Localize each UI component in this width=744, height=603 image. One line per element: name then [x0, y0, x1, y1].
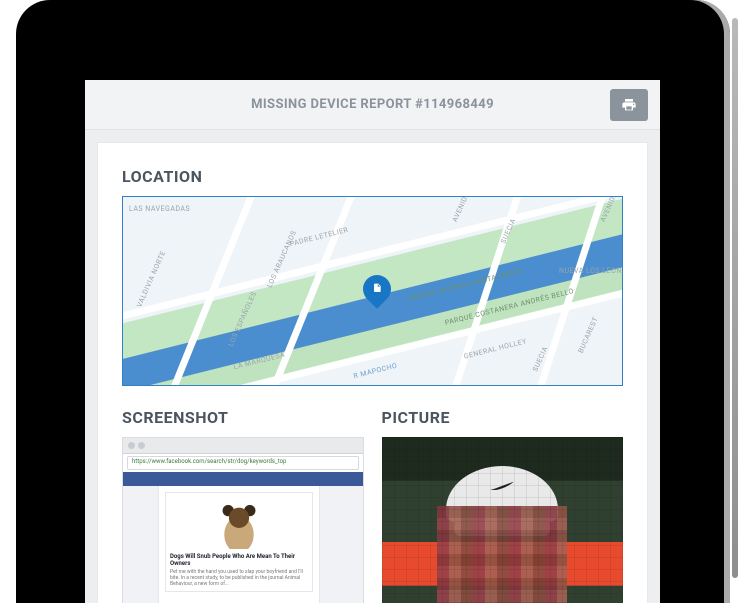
picture-heading: PICTURE — [382, 408, 624, 427]
report-header: MISSING DEVICE REPORT #114968449 — [85, 80, 660, 130]
street-label: AVENIDA — [451, 196, 471, 223]
street-label: PADRE LETELIER — [289, 226, 349, 248]
street-label: BUCAREST — [577, 316, 600, 355]
print-button[interactable] — [610, 89, 648, 121]
fb-post: Dogs Will Snub People Who Are Mean To Th… — [165, 492, 313, 592]
report-title: MISSING DEVICE REPORT #114968449 — [251, 97, 494, 112]
location-heading: LOCATION — [122, 167, 623, 186]
fb-feed: Dogs Will Snub People Who Are Mean To Th… — [159, 486, 319, 603]
screenshot-thumbnail[interactable]: https://www.facebook.com/search/str/dog/… — [122, 437, 364, 603]
browser-tabs — [123, 438, 363, 454]
fb-right-rail — [319, 486, 363, 603]
post-headline: Dogs Will Snub People Who Are Mean To Th… — [170, 553, 308, 567]
location-map[interactable]: LAS NAVEGADAS PADRE LETELIER LOS ARAUCAN… — [122, 196, 623, 386]
webcam-picture[interactable] — [382, 437, 624, 603]
fb-header — [123, 472, 363, 486]
street-label: LAS NAVEGADAS — [129, 205, 190, 213]
street-label: NUEVA LOS LEONES — [559, 267, 623, 275]
browser-url: https://www.facebook.com/search/str/dog/… — [127, 456, 359, 470]
print-icon — [621, 97, 637, 113]
post-sub: Pet me with the hand you used to slap yo… — [170, 569, 308, 587]
dog-image — [212, 501, 266, 549]
pixelation-overlay — [382, 437, 624, 603]
app-viewport: MISSING DEVICE REPORT #114968449 LOCATIO… — [85, 80, 660, 603]
fb-body: Dogs Will Snub People Who Are Mean To Th… — [123, 486, 363, 603]
fb-left-rail — [123, 486, 159, 603]
river-label: R MAPOCHO — [353, 362, 398, 381]
report-panel: LOCATION LAS NAVEGADAS PADRE LETELIER LO… — [97, 142, 648, 603]
screenshot-heading: SCREENSHOT — [122, 408, 364, 427]
street-label: VALDIVIA NORTE — [135, 250, 167, 309]
document-icon — [372, 282, 382, 297]
